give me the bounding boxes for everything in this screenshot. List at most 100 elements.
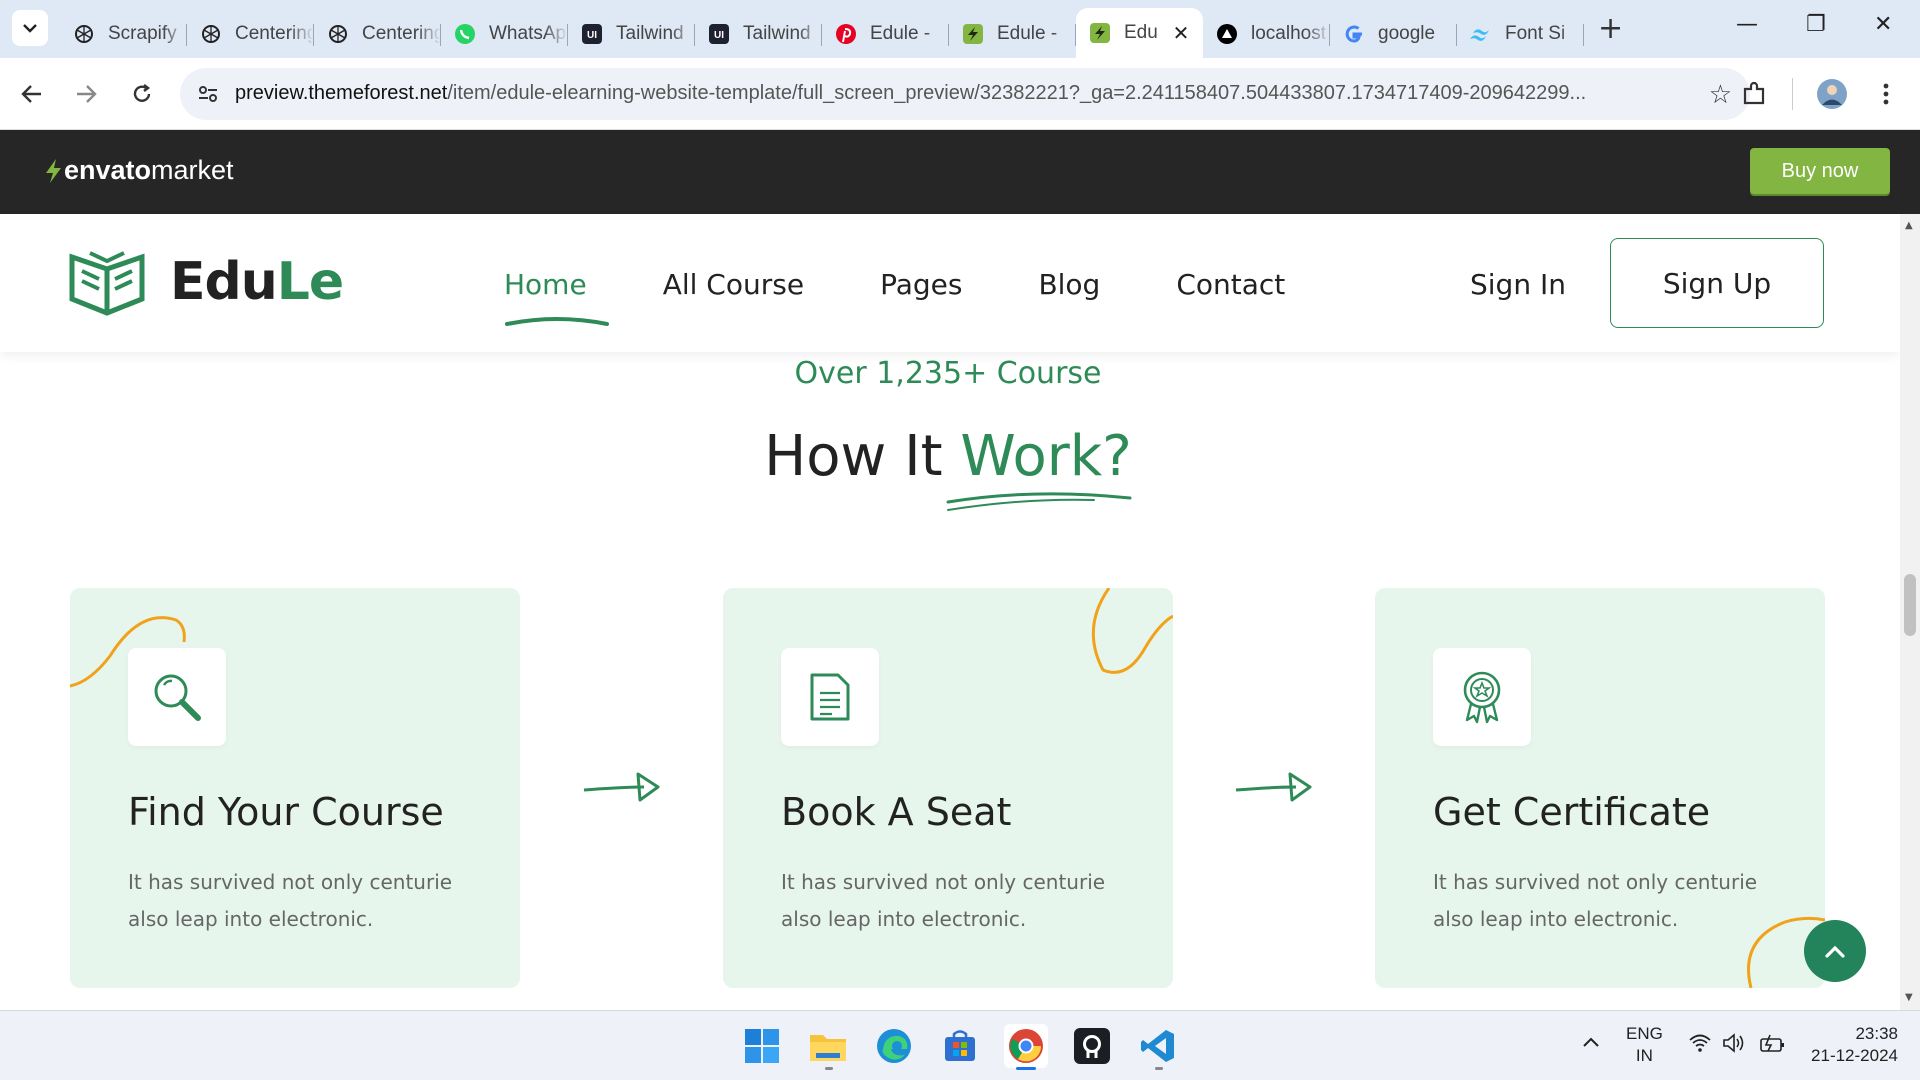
tab-title: Font Si: [1505, 23, 1566, 44]
tab-title: Scrapify: [108, 23, 177, 44]
step-card-book-seat: Book A Seat It has survived not only cen…: [723, 588, 1173, 988]
nav-home[interactable]: Home: [504, 268, 587, 301]
extensions-button[interactable]: [1736, 76, 1772, 112]
chevron-down-icon: [23, 24, 37, 33]
browser-tab[interactable]: Centering: [314, 12, 441, 56]
restore-icon[interactable]: ❐: [1806, 12, 1826, 37]
vercel-icon: [1215, 22, 1239, 46]
language-indicator[interactable]: ENG IN: [1626, 1023, 1663, 1067]
battery-icon[interactable]: [1758, 1033, 1786, 1058]
window-close-icon[interactable]: ✕: [1874, 12, 1892, 37]
browser-tab[interactable]: google: [1330, 12, 1457, 56]
browser-tab[interactable]: localhost: [1203, 12, 1330, 56]
openai-icon: [72, 22, 96, 46]
step-icon-box: [1433, 648, 1531, 746]
site-header: EduLe Home All Course Pages Blog Contact…: [0, 214, 1900, 352]
chrome-icon[interactable]: [1004, 1024, 1048, 1068]
new-tab-button[interactable]: +: [1598, 14, 1623, 44]
step-card-find-course: Find Your Course It has survived not onl…: [70, 588, 520, 988]
wifi-icon[interactable]: [1688, 1033, 1712, 1058]
browser-tab[interactable]: Font Si: [1457, 12, 1584, 56]
arrow-left-icon: [21, 85, 41, 103]
nav-all-course[interactable]: All Course: [663, 268, 804, 301]
browser-menu-button[interactable]: [1868, 76, 1904, 112]
nav-pages[interactable]: Pages: [880, 268, 962, 301]
scroll-up-arrow[interactable]: ▲: [1905, 220, 1913, 231]
page-scrollbar[interactable]: ▲ ▼: [1900, 214, 1920, 1010]
arrow-right-icon: [583, 772, 660, 802]
certificate-icon: [1463, 671, 1501, 724]
forward-button[interactable]: [68, 76, 104, 112]
tab-close-icon[interactable]: ✕: [1169, 21, 1193, 46]
active-nav-underline: [505, 317, 609, 326]
browser-tab[interactable]: Scrapify: [60, 12, 187, 56]
arrow-right-icon: [1235, 772, 1312, 802]
nav-contact[interactable]: Contact: [1176, 268, 1285, 301]
microsoft-store-icon[interactable]: [938, 1024, 982, 1068]
tab-title: Tailwind: [743, 23, 811, 44]
ui-icon: UI: [580, 22, 604, 46]
pinterest-icon: [834, 22, 858, 46]
site-logo[interactable]: EduLe: [68, 247, 344, 317]
running-indicator: [825, 1067, 833, 1070]
bookmark-star-icon[interactable]: ☆: [1709, 80, 1732, 110]
tab-title: google: [1378, 23, 1436, 44]
back-button[interactable]: [14, 76, 50, 112]
show-hidden-icons-chevron[interactable]: [1582, 1033, 1600, 1053]
buy-now-button[interactable]: Buy now: [1750, 148, 1890, 194]
card-title: Book A Seat: [781, 790, 1012, 834]
svg-text:UI: UI: [714, 30, 724, 41]
site-info-icon[interactable]: [194, 80, 222, 108]
reload-button[interactable]: [124, 76, 160, 112]
profile-avatar[interactable]: [1814, 76, 1850, 112]
windows-taskbar: ENG IN 23:38 21-12-2024: [0, 1010, 1920, 1080]
browser-tab[interactable]: UI Tailwind: [568, 12, 695, 56]
document-icon: [810, 673, 850, 721]
browser-tab-strip: Scrapify Centering Centering WhatsApp UI Tail…: [0, 0, 1920, 58]
chevron-up-icon: [1825, 945, 1845, 958]
card-title: Find Your Course: [128, 790, 444, 834]
card-text: It has survived not only centurie also l…: [781, 870, 1106, 931]
tab-title: WhatsApp: [489, 23, 568, 44]
envato-market-bar: envato market Buy now: [0, 130, 1920, 214]
browser-tab[interactable]: UI Tailwind: [695, 12, 822, 56]
file-explorer-icon[interactable]: [806, 1024, 850, 1068]
browser-tab[interactable]: WhatsApp: [441, 12, 568, 56]
browser-tab[interactable]: Edule -: [822, 12, 949, 56]
whatsapp-icon: [453, 22, 477, 46]
puzzle-icon: [1743, 81, 1765, 105]
reload-icon: [133, 84, 151, 102]
avatar-icon: [1817, 79, 1847, 109]
section-heading: How It Work?: [764, 424, 1132, 489]
volume-icon[interactable]: [1722, 1033, 1748, 1058]
scroll-to-top-button[interactable]: [1804, 920, 1866, 982]
heading-underline-swoosh: [946, 492, 1132, 511]
google-icon: [1342, 22, 1366, 46]
browser-tab[interactable]: Edule -: [949, 12, 1076, 56]
open-book-logo-icon: [69, 251, 145, 316]
browser-tab[interactable]: Edu ✕: [1076, 8, 1203, 58]
github-icon[interactable]: [1070, 1024, 1114, 1068]
vscode-icon[interactable]: [1136, 1024, 1180, 1068]
nav-blog[interactable]: Blog: [1038, 268, 1100, 301]
scroll-thumb[interactable]: [1904, 574, 1916, 636]
scroll-down-arrow[interactable]: ▼: [1905, 992, 1913, 1003]
browser-tab[interactable]: Centering: [187, 12, 314, 56]
card-text: It has survived not only centurie also l…: [128, 870, 453, 931]
envato-leaf-icon: [46, 158, 61, 183]
brand-name: EduLe: [170, 252, 344, 312]
search-icon: [154, 674, 201, 721]
tab-title: Edu: [1124, 22, 1158, 43]
minimize-icon[interactable]: —: [1736, 12, 1758, 37]
windows-start-icon[interactable]: [740, 1024, 784, 1068]
tab-search-button[interactable]: [12, 10, 48, 46]
sign-in-link[interactable]: Sign In: [1470, 268, 1566, 301]
system-clock[interactable]: 23:38 21-12-2024: [1808, 1023, 1898, 1067]
envato-logo[interactable]: envato market: [42, 155, 234, 186]
edge-browser-icon[interactable]: [872, 1024, 916, 1068]
tab-title: Centering: [362, 23, 441, 44]
sign-up-button[interactable]: Sign Up: [1610, 238, 1824, 328]
tab-title: Tailwind: [616, 23, 684, 44]
address-bar[interactable]: preview.themeforest.net/item/edule-elear…: [180, 68, 1750, 120]
envato-icon: [1088, 21, 1112, 45]
